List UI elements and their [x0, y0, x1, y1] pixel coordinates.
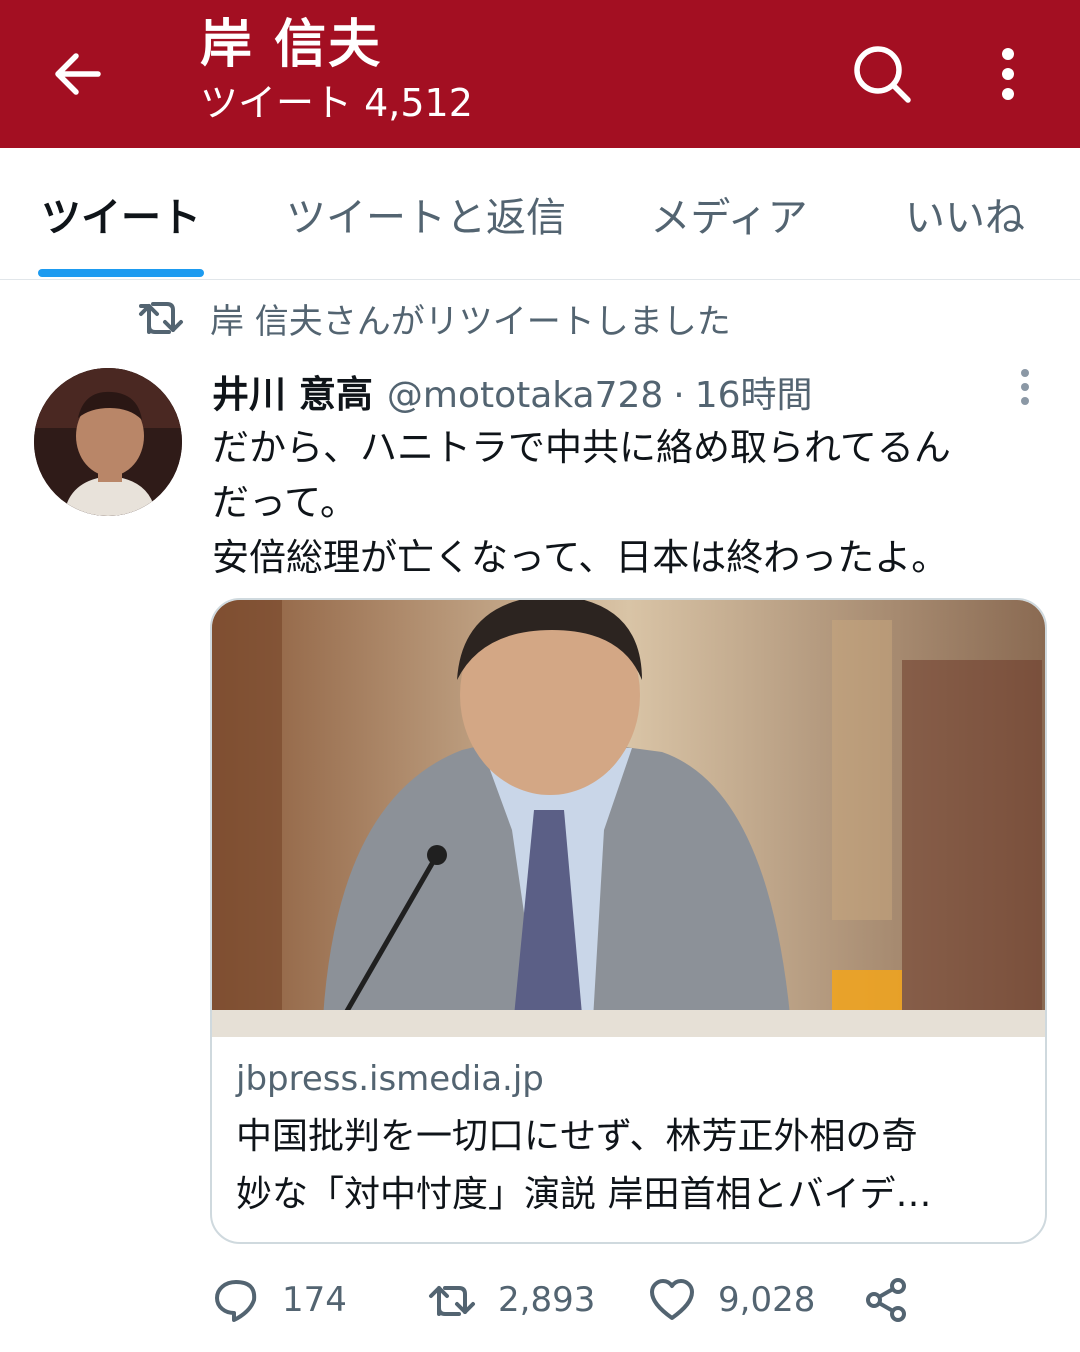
more-vertical-icon — [1002, 48, 1014, 100]
card-title: 中国批判を一切口にせず、林芳正外相の奇 妙な「対中忖度」演説 岸田首相とバイデ… — [236, 1108, 1026, 1224]
tweet-count: ツイート 4,512 — [200, 81, 473, 125]
avatar[interactable] — [34, 368, 182, 516]
retweet-context: 岸 信夫さんがリツイートしました — [136, 292, 731, 344]
tweet-timestamp[interactable]: 16時間 — [695, 366, 813, 418]
tweet-text-line: 安倍総理が亡くなって、日本は終わったよ。 — [212, 536, 949, 579]
retweet-icon — [136, 293, 186, 343]
reply-icon — [210, 1274, 262, 1326]
tab-media[interactable]: メディア — [646, 148, 812, 279]
search-icon — [854, 46, 911, 103]
card-meta: jbpress.ismedia.jp 中国批判を一切口にせず、林芳正外相の奇 妙… — [236, 1054, 1026, 1224]
share-icon — [860, 1274, 912, 1326]
tab-tweets[interactable]: ツイート — [38, 148, 204, 279]
active-tab-indicator — [38, 269, 204, 277]
retweet-icon — [426, 1274, 478, 1326]
reply-count: 174 — [282, 1280, 347, 1320]
profile-tabs: ツイート ツイートと返信 メディア いいね — [0, 148, 1080, 280]
page-title: 岸 信夫 — [200, 15, 383, 75]
more-vertical-icon — [1021, 369, 1029, 405]
like-button[interactable]: 9,028 — [646, 1272, 815, 1328]
tweet-options-button[interactable] — [1000, 364, 1050, 410]
card-domain: jbpress.ismedia.jp — [236, 1059, 544, 1099]
card-title-line: 妙な「対中忖度」演説 岸田首相とバイデ… — [236, 1174, 932, 1215]
tab-tweets-and-replies[interactable]: ツイートと返信 — [280, 148, 572, 279]
tweet-header: 井川 意高 @mototaka728 · 16時間 — [212, 364, 813, 418]
tab-likes[interactable]: いいね — [900, 148, 1030, 279]
app-header: 岸 信夫 ツイート 4,512 — [0, 0, 1080, 148]
share-button[interactable] — [860, 1272, 932, 1328]
retweet-context-label: 岸 信夫さんがリツイートしました — [210, 301, 731, 342]
like-count: 9,028 — [718, 1280, 816, 1320]
overflow-menu-button[interactable] — [978, 38, 1038, 110]
author-name[interactable]: 井川 意高 — [212, 364, 373, 418]
author-handle[interactable]: @mototaka728 — [387, 375, 663, 416]
card-image — [212, 600, 1045, 1037]
search-button[interactable] — [846, 38, 918, 110]
reply-button[interactable]: 174 — [210, 1272, 347, 1328]
link-card[interactable]: jbpress.ismedia.jp 中国批判を一切口にせず、林芳正外相の奇 妙… — [210, 598, 1047, 1244]
tweet-text-line: だって。 — [212, 481, 358, 524]
tweet-text: だから、ハニトラで中共に絡め取られてるん だって。 安倍総理が亡くなって、日本は… — [212, 420, 1052, 585]
heart-icon — [646, 1274, 698, 1326]
header-title-block: 岸 信夫 ツイート 4,512 — [200, 12, 473, 128]
retweet-button[interactable]: 2,893 — [426, 1272, 595, 1328]
arrow-left-icon — [55, 53, 101, 95]
tweet-actions: 174 2,893 9,028 — [210, 1272, 1010, 1328]
retweet-count: 2,893 — [498, 1280, 596, 1320]
card-title-line: 中国批判を一切口にせず、林芳正外相の奇 — [236, 1116, 918, 1157]
tweet-text-line: だから、ハニトラで中共に絡め取られてるん — [212, 426, 951, 469]
back-button[interactable] — [44, 40, 112, 108]
separator-dot: · — [673, 375, 685, 416]
